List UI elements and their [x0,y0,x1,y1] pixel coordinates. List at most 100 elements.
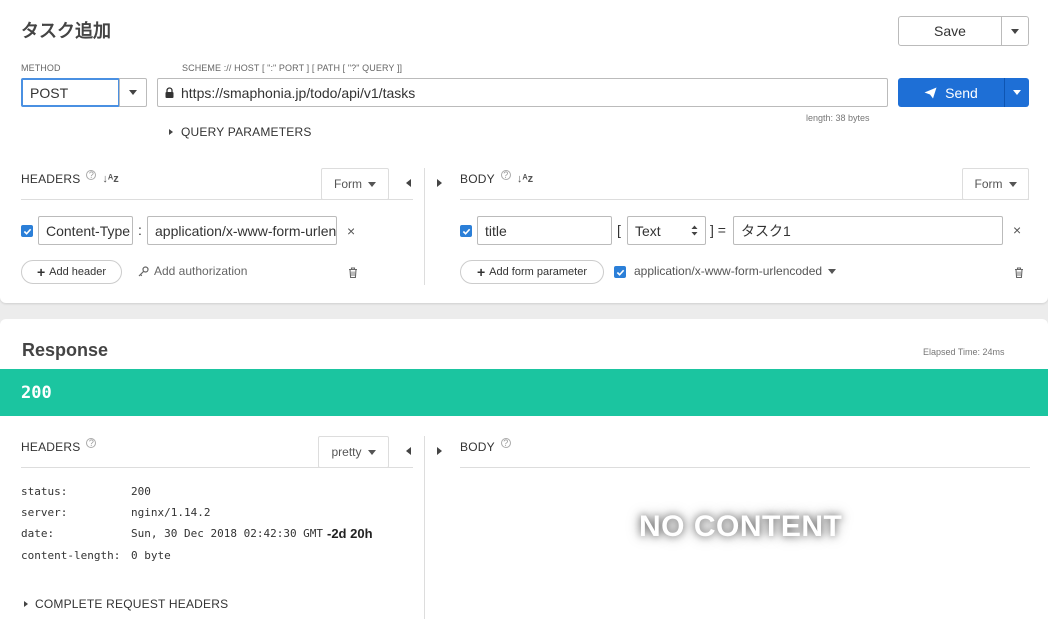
headers-section-title: HEADERS ? ↓ᴬz [21,170,119,186]
encoding-label: application/x-www-form-urlencoded [634,264,823,278]
method-dropdown-button[interactable] [119,78,147,107]
response-header-key: content-length: [21,549,121,562]
response-body-divider [460,467,1030,468]
help-icon[interactable]: ? [500,170,511,180]
header-row-checkbox[interactable] [21,225,33,237]
chevron-right-icon [24,601,28,607]
body-mode-dropdown[interactable]: Form [962,168,1029,200]
add-form-parameter-button[interactable]: + Add form parameter [460,260,604,284]
remove-header-icon[interactable]: × [347,223,355,239]
help-icon[interactable]: ? [86,438,97,448]
header-value-text: application/x-www-form-urlencoded [155,222,337,239]
request-split-divider [424,168,425,285]
status-bar: 200 [0,369,1048,416]
chevron-down-icon [1008,181,1017,187]
headers-label: HEADERS [21,172,81,186]
chevron-down-icon [368,181,376,187]
check-icon [23,228,31,235]
method-select[interactable]: POST [21,78,120,107]
response-header-key: date: [21,527,55,540]
response-body-title: BODY ? [460,438,511,454]
body-param-type-select[interactable]: Text [627,216,706,245]
body-param-name-input[interactable]: title [477,216,612,245]
clear-headers-trash-icon[interactable] [348,265,358,283]
response-headers-divider [21,467,413,468]
response-format-dropdown[interactable]: pretty [318,436,389,468]
sort-az-icon[interactable]: ↓ᴬz [517,173,533,185]
add-header-label: Add header [49,266,107,278]
check-icon [616,269,624,276]
body-param-type-value: Text [635,222,661,239]
collapse-left-button[interactable] [406,179,411,187]
url-length: length: 38 bytes [806,113,870,123]
method-value: POST [30,84,69,101]
save-button[interactable]: Save [898,16,1002,46]
chevron-down-icon [1013,90,1021,95]
query-parameters-toggle[interactable]: QUERY PARAMETERS [169,125,312,139]
headers-mode-value: Form [334,177,362,191]
collapse-right-button[interactable] [437,447,442,455]
collapse-right-button[interactable] [437,179,442,187]
collapse-left-button[interactable] [406,447,411,455]
body-mode-value: Form [974,177,1003,191]
response-header-value: 200 [131,485,151,498]
updown-arrows-icon [691,225,698,236]
response-header-key: server: [21,506,68,519]
arrow-right-icon [437,447,442,455]
chevron-down-icon [367,449,376,455]
body-divider [460,199,1029,200]
response-header-value: 0 byte [131,549,171,562]
headers-mode-dropdown[interactable]: Form [321,168,389,200]
response-header-value: Sun, 30 Dec 2018 02:42:30 GMT [131,527,324,540]
clear-body-trash-icon[interactable] [1014,265,1024,283]
complete-request-headers-toggle[interactable]: COMPLETE REQUEST HEADERS [24,597,228,611]
elapsed-time: Elapsed Time: 24ms [923,347,1005,357]
header-value-input[interactable]: application/x-www-form-urlencoded [147,216,337,245]
sort-az-icon[interactable]: ↓ᴬz [102,173,118,185]
response-split-divider [424,436,425,619]
method-label: METHOD [21,63,61,73]
trash-icon [1015,267,1023,279]
response-format-value: pretty [331,445,362,459]
paper-plane-icon [924,87,937,98]
encoding-checkbox[interactable] [614,266,626,278]
help-icon[interactable]: ? [500,438,511,448]
bracket-open: [ [617,222,621,238]
send-button[interactable]: Send [898,78,1004,107]
body-section-title: BODY ? ↓ᴬz [460,170,533,186]
body-param-value-input[interactable]: タスク1 [733,216,1003,245]
plus-icon: + [36,264,46,280]
body-label: BODY [460,172,495,186]
chevron-down-icon [1011,28,1019,34]
header-name-value: Content-Type [46,222,131,239]
response-body-label: BODY [460,440,495,454]
add-header-button[interactable]: + Add header [21,260,122,284]
response-panel: Response Elapsed Time: 24ms 200 HEADERS … [0,319,1048,639]
url-hint: SCHEME :// HOST [ ":" PORT ] [ PATH [ "?… [182,63,403,73]
key-icon [138,265,149,276]
header-name-input[interactable]: Content-Type [38,216,133,245]
response-headers-label: HEADERS [21,440,81,454]
send-menu-button[interactable] [1004,78,1029,107]
chevron-right-icon [169,129,173,135]
body-param-value-text: タスク1 [741,222,791,239]
request-title: タスク追加 [21,21,111,41]
remove-body-param-icon[interactable]: × [1013,222,1021,238]
body-row-checkbox[interactable] [460,225,472,237]
chevron-down-icon [828,268,837,274]
response-header-value: nginx/1.14.2 [131,506,211,519]
no-content-message: NO CONTENT [639,510,843,543]
url-input[interactable]: https://smaphonia.jp/todo/api/v1/tasks [157,78,888,107]
complete-request-headers-label: COMPLETE REQUEST HEADERS [35,597,229,611]
arrow-left-icon [406,179,411,187]
response-headers-title: HEADERS ? [21,438,97,454]
arrow-right-icon [437,179,442,187]
encoding-dropdown[interactable]: application/x-www-form-urlencoded [634,264,837,278]
help-icon[interactable]: ? [86,170,97,180]
save-menu-button[interactable] [1001,16,1029,46]
plus-icon: + [476,264,486,280]
add-authorization-label: Add authorization [154,264,248,278]
headers-divider [21,199,413,200]
chevron-down-icon [129,90,137,95]
add-authorization-link[interactable]: Add authorization [138,264,247,278]
